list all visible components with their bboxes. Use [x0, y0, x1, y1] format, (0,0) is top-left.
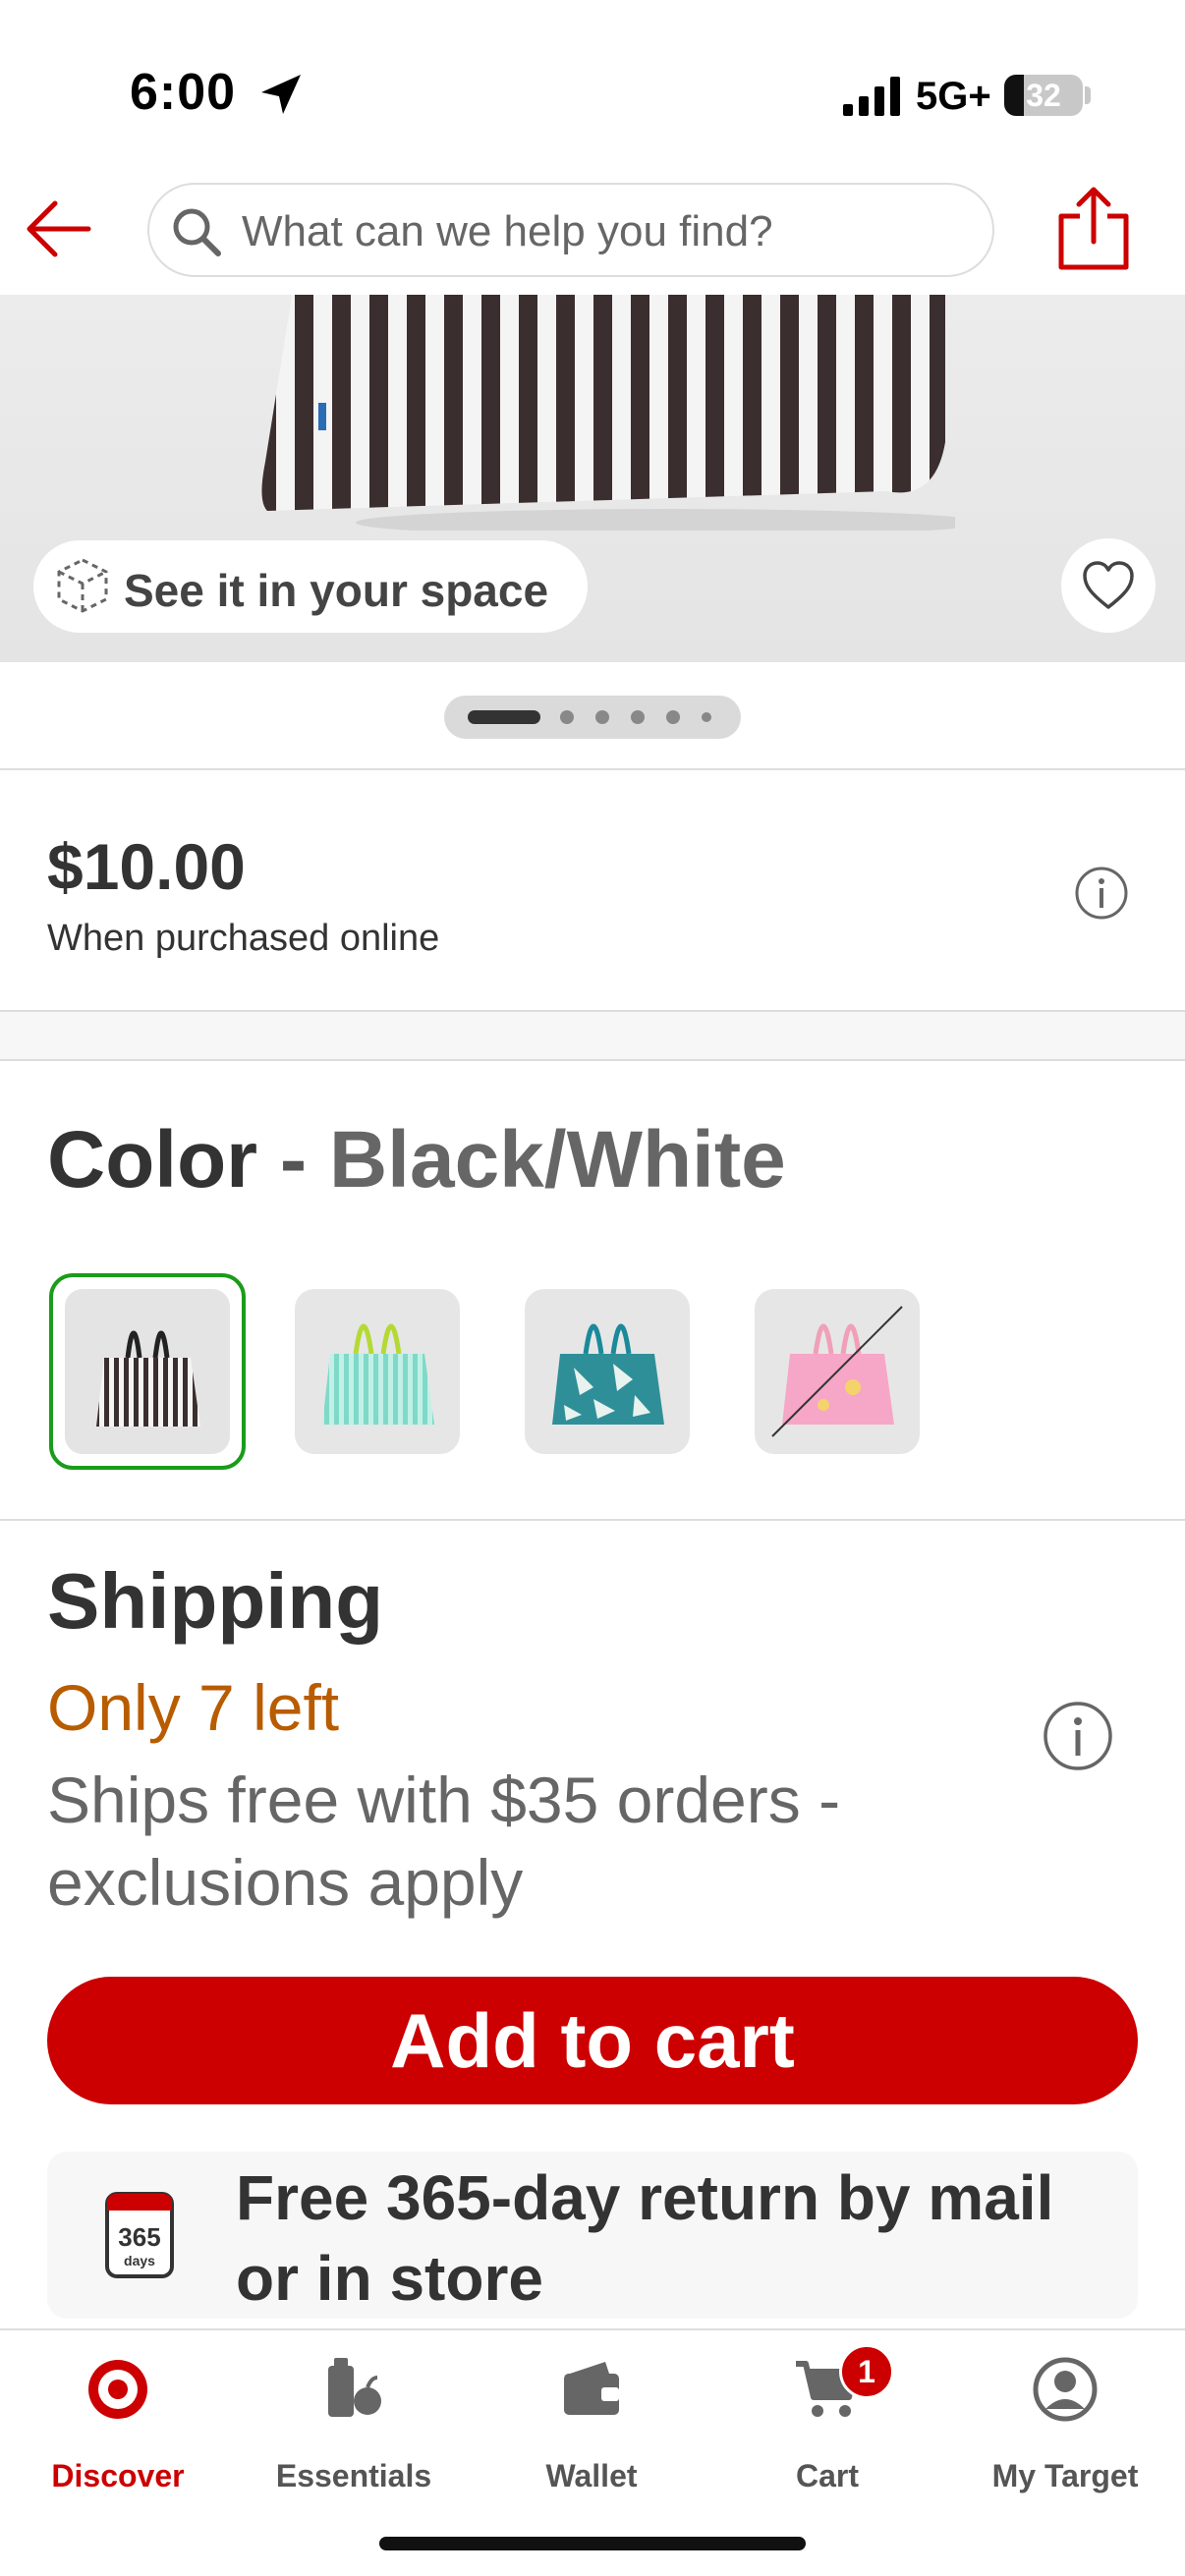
- search-input[interactable]: [242, 204, 969, 259]
- tab-wallet[interactable]: Wallet: [474, 2356, 709, 2503]
- shipping-info-icon[interactable]: [1042, 1700, 1114, 1772]
- tab-essentials[interactable]: Essentials: [236, 2356, 472, 2503]
- carousel-dot-active[interactable]: [468, 710, 540, 724]
- tab-label: Discover: [51, 2458, 185, 2493]
- carousel-dot[interactable]: [666, 710, 680, 724]
- battery-level: 32: [1026, 78, 1061, 113]
- selected-color: Black/White: [328, 1115, 786, 1204]
- color-swatch-black-white[interactable]: [49, 1273, 246, 1470]
- tab-cart[interactable]: 1 Cart: [709, 2344, 945, 2503]
- network-type: 5G+: [916, 75, 991, 118]
- favorite-button[interactable]: [1061, 538, 1156, 633]
- stock-status: Only 7 left: [47, 1671, 340, 1744]
- shipping-note: Ships free with $35 orders - exclusions …: [47, 1764, 841, 1919]
- cart-count-badge: 1: [839, 2344, 894, 2399]
- carousel-dot[interactable]: [631, 710, 645, 724]
- carousel-dot[interactable]: [702, 712, 711, 722]
- price-note: When purchased online: [47, 918, 440, 959]
- striped-bag-thumbnail: [96, 1330, 200, 1427]
- divider: [0, 768, 1185, 770]
- ar-cube-icon: [57, 558, 108, 613]
- back-arrow-icon[interactable]: [22, 196, 92, 261]
- divider: [0, 1519, 1185, 1521]
- status-time: 6:00: [130, 64, 237, 121]
- tab-my-target[interactable]: My Target: [947, 2356, 1183, 2503]
- returns-banner[interactable]: 365 days Free 365-day return by mail or …: [47, 2152, 1138, 2319]
- price-info-icon[interactable]: [1073, 865, 1130, 922]
- location-arrow-icon: [261, 75, 301, 114]
- carousel-dot[interactable]: [595, 710, 609, 724]
- calendar-number: 365: [118, 2222, 160, 2252]
- tab-label: My Target: [991, 2458, 1139, 2493]
- tab-label: Wallet: [545, 2458, 638, 2493]
- essentials-icon: [328, 2358, 381, 2417]
- ar-label: See it in your space: [124, 565, 549, 616]
- wallet-icon: [564, 2362, 619, 2415]
- account-icon: [1033, 2357, 1098, 2422]
- add-to-cart-button[interactable]: Add to cart: [47, 1977, 1138, 2104]
- pink-bag-thumbnail: [771, 1306, 903, 1437]
- calendar-unit: days: [124, 2253, 155, 2268]
- palm-bag-thumbnail: [552, 1323, 664, 1425]
- shipping-heading: Shipping: [47, 1557, 384, 1645]
- see-in-your-space-button[interactable]: See it in your space: [33, 540, 588, 633]
- section-separator: [0, 1010, 1185, 1061]
- price: $10.00: [47, 830, 246, 903]
- tab-label: Essentials: [275, 2458, 432, 2493]
- tote-bag-image: [261, 295, 955, 531]
- cellular-signal-icon: [843, 77, 900, 116]
- color-heading: Color - Black/White: [47, 1115, 786, 1204]
- color-swatch-mint-stripe[interactable]: [295, 1289, 460, 1454]
- target-logo-icon: [88, 2360, 147, 2419]
- carousel-dot[interactable]: [560, 710, 574, 724]
- heart-icon: [1083, 561, 1134, 609]
- battery-icon: 32: [1004, 75, 1083, 116]
- tab-discover[interactable]: Discover: [0, 2356, 236, 2503]
- share-icon[interactable]: [1055, 185, 1132, 273]
- calendar-365-icon: 365 days: [105, 2192, 174, 2278]
- color-swatch-teal-palm[interactable]: [525, 1289, 690, 1454]
- mint-bag-thumbnail: [322, 1323, 434, 1425]
- tab-label: Cart: [795, 2458, 859, 2493]
- search-bar[interactable]: [147, 183, 994, 277]
- home-indicator[interactable]: [379, 2537, 806, 2550]
- carousel-indicator[interactable]: [444, 696, 741, 739]
- returns-text: Free 365-day return by mail or in store: [236, 2162, 1054, 2314]
- search-icon: [173, 208, 221, 256]
- color-swatch-pink-unavailable[interactable]: [755, 1289, 920, 1454]
- status-bar: 6:00 5G+ 32: [0, 0, 1185, 187]
